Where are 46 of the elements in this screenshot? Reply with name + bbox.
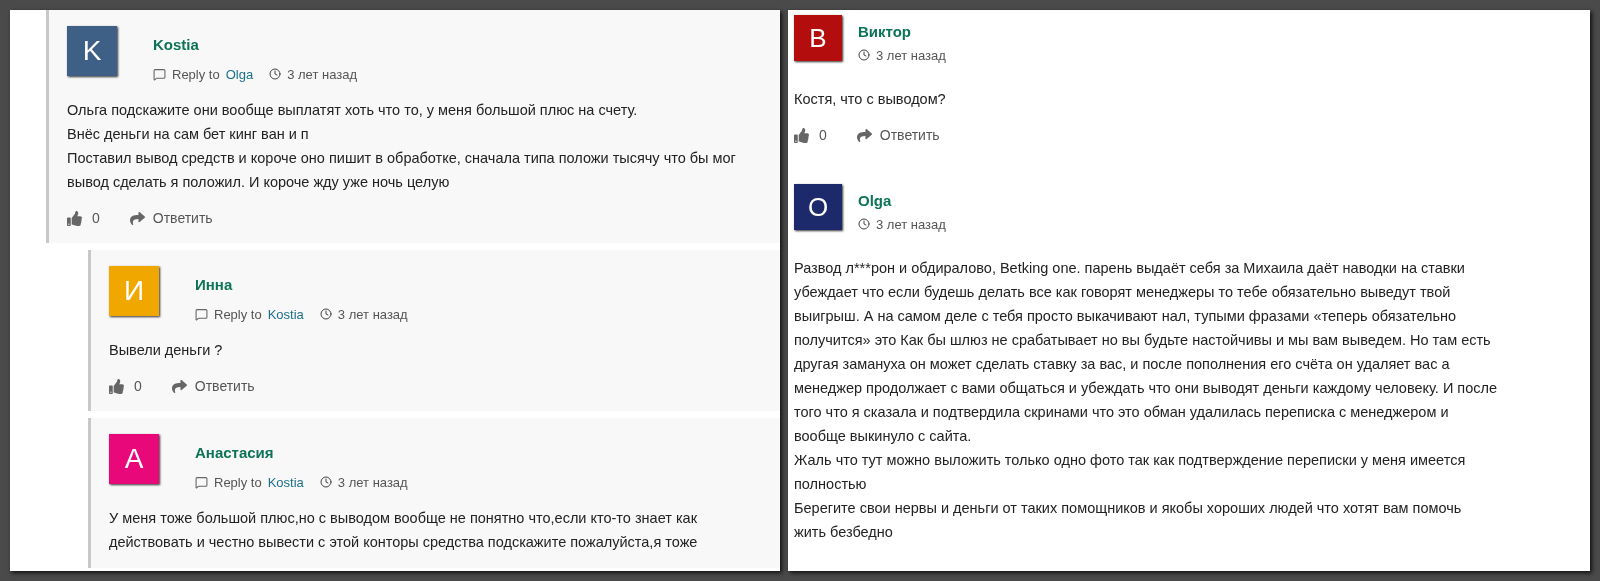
thumbs-up-icon[interactable] [67, 211, 82, 226]
comment-time: 3 лет назад [876, 46, 946, 65]
clock-icon [269, 68, 282, 81]
comment-time: 3 лет назад [337, 305, 408, 324]
reply-arrow-icon [171, 379, 187, 394]
like-count: 0 [134, 377, 142, 396]
avatar: K [67, 26, 117, 76]
reply-arrow-icon [129, 211, 145, 226]
reply-arrow-icon [856, 128, 872, 143]
author-name[interactable]: Анастасия [195, 442, 408, 465]
comment-icon [195, 307, 208, 321]
avatar: А [109, 434, 159, 484]
reply-button[interactable]: Ответить [856, 125, 940, 146]
reply-to-link[interactable]: Kostia [267, 472, 304, 492]
avatar: B [794, 15, 842, 61]
comment-text: Вывели деньги ? [109, 341, 224, 360]
comment-icon [153, 67, 166, 81]
comment-time: 3 лет назад [337, 473, 408, 492]
author-name[interactable]: Инна [195, 274, 408, 297]
clock-icon [319, 308, 332, 321]
thumbs-up-icon[interactable] [109, 379, 124, 394]
comment-text: Развод л***рон и обдиралово, Betking one. парень выдаёт себя за Михаила даёт наводки на ставки убеждает что если будешь делать все как говорят менеджеры то тебе обязательно выведут твой выигрыш. А на самом деле с тебя просто выкачивают нал, тупыми фразами «теперь обязательно получится» это Как бы шлюз не срабатывает но вы будьте настойчивы и мы вам выведем. Но там есть другая замануха он может сделать ставку за вас, и после пополнения его счёта он удаляет вас а менеджер продолжает с вами общаться и убеждать что они выводят деньги каждому человеку. И после того что я сказала и подтвердила скринами что это обман удалилась переписка с менеджером и вообще выкинуло с сайта. Жаль что тут можно выложить только одно фото так как подтверждение переписки у меня имеется полностью Берегите свои нервы и деньги от таких помощников и якобы хороших людей что хотят вам помочь жить безбедно [794, 259, 1499, 542]
reply-button[interactable]: Ответить [129, 208, 213, 229]
author-name[interactable]: Виктор [858, 21, 946, 44]
like-count: 0 [819, 126, 827, 145]
clock-icon [858, 218, 870, 231]
comment-time: 3 лет назад [876, 215, 946, 234]
comment-icon [195, 475, 208, 489]
comment-time: 3 лет назад [287, 65, 357, 84]
like-count: 0 [92, 209, 100, 228]
reply-button[interactable]: Ответить [171, 376, 255, 397]
author-name[interactable]: Kostia [153, 34, 357, 57]
avatar: O [794, 184, 842, 230]
reply-to-link[interactable]: Kostia [267, 304, 304, 324]
comment-text: У меня тоже большой плюс,но с выводом вообще не понятно что,если кто-то знает как действовать и честно вывести с этой конторы средства подскажите пожалуйста,я тоже [109, 509, 699, 552]
clock-icon [319, 476, 332, 489]
clock-icon [858, 49, 870, 62]
reply-to-link[interactable]: Olga [225, 64, 254, 84]
reply-to-label: Reply to [172, 65, 220, 84]
thumbs-up-icon[interactable] [794, 128, 809, 143]
author-name[interactable]: Olga [858, 190, 946, 213]
reply-to-label: Reply to [214, 473, 262, 492]
comment-text: Костя, что с выводом? [794, 90, 947, 109]
comment-text: Ольга подскажите они вообще выплатят хоть что то, у меня большой плюс на счету. Внёс деньги на сам бет кинг ван и п Поставил вывод средств и короче оно пишит в обработке, сначала типа положи тысячу что бы мог вывод сделать я положил. И короче жду уже ночь целую [67, 101, 737, 192]
avatar: И [109, 266, 159, 316]
reply-to-label: Reply to [214, 305, 262, 324]
